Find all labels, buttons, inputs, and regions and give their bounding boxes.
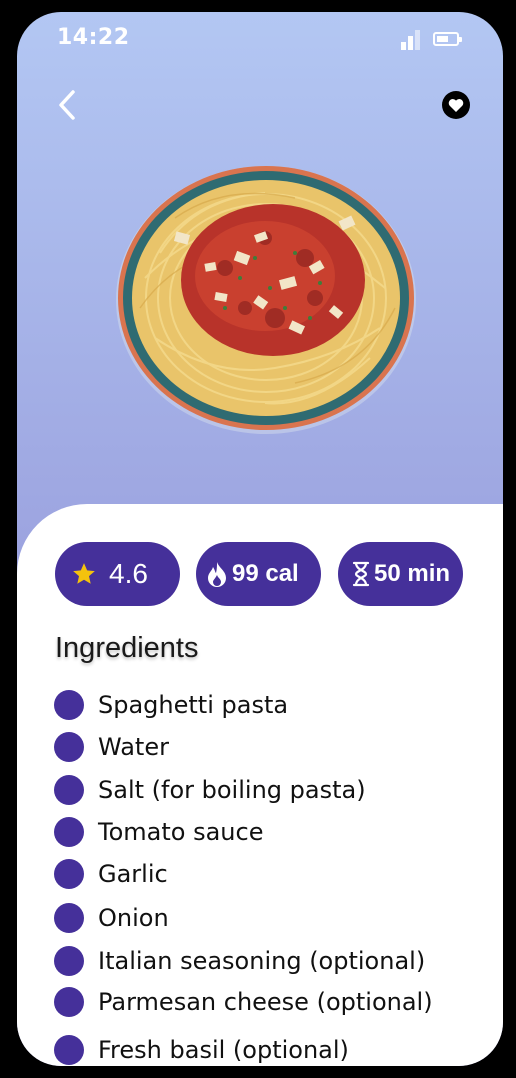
ingredient-label: Garlic [98,860,168,888]
list-item: Garlic [54,858,168,890]
flame-icon [208,562,226,587]
back-button[interactable] [53,88,83,122]
status-time: 14:22 [57,25,130,50]
list-item: Salt (for boiling pasta) [54,774,366,806]
bullet-icon [54,1035,84,1065]
battery-icon [433,32,462,46]
calories-value: 99 cal [232,560,299,587]
favorite-button[interactable] [442,91,470,119]
ingredient-label: Tomato sauce [98,818,264,846]
duration-badge: 50 min [338,542,463,606]
bullet-icon [54,987,84,1017]
ingredient-label: Onion [98,904,169,932]
rating-badge: 4.6 [55,542,180,606]
list-item: Tomato sauce [54,816,263,848]
bullet-icon [54,859,84,889]
duration-value: 50 min [374,560,451,587]
chevron-left-icon [59,90,75,120]
ingredient-label: Water [98,733,169,761]
bullet-icon [54,690,84,720]
ingredients-title: Ingredients [55,632,199,664]
bullet-icon [54,946,84,976]
calories-badge: 99 cal [196,542,321,606]
list-item: Onion [54,902,169,934]
list-item: Parmesan cheese (optional) [54,986,433,1018]
ingredient-label: Fresh basil (optional) [98,1036,349,1064]
bullet-icon [54,732,84,762]
phone-screen: 14:22 4.6 99 cal 50 min Ingredients Spag… [17,12,503,1066]
heart-icon [448,99,464,112]
bullet-icon [54,775,84,805]
list-item: Water [54,731,169,763]
ingredient-label: Spaghetti pasta [98,691,289,719]
star-icon [73,563,95,584]
bullet-icon [54,817,84,847]
list-item: Fresh basil (optional) [54,1034,349,1066]
bullet-icon [54,903,84,933]
rating-value: 4.6 [109,558,148,589]
signal-icon [401,28,423,50]
list-item: Italian seasoning (optional) [54,945,425,977]
dish-image [116,166,416,434]
list-item: Spaghetti pasta [54,689,288,721]
ingredient-label: Italian seasoning (optional) [98,947,426,975]
ingredient-label: Salt (for boiling pasta) [98,776,366,804]
ingredient-label: Parmesan cheese (optional) [98,988,433,1016]
hourglass-icon [352,561,370,587]
